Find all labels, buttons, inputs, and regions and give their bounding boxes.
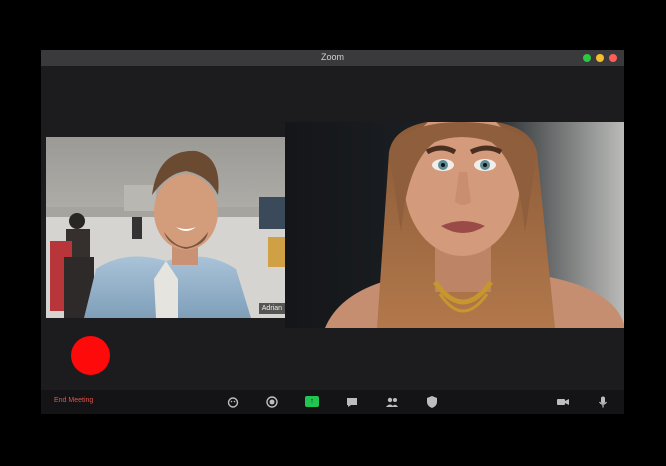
end-meeting-button[interactable]: End Meeting <box>54 397 93 404</box>
security-icon[interactable] <box>425 395 439 409</box>
title-bar: Zoom <box>41 50 624 66</box>
participants-icon[interactable] <box>385 395 399 409</box>
microphone-icon[interactable] <box>596 395 610 409</box>
meeting-toolbar: End Meeting ↑ <box>41 390 624 414</box>
participant-name-label: Adrian <box>258 303 285 314</box>
record-icon[interactable] <box>265 395 279 409</box>
reactions-icon[interactable] <box>226 395 240 409</box>
zoom-window-button[interactable] <box>583 54 591 62</box>
active-speaker-video-tile[interactable] <box>285 122 624 328</box>
close-window-button[interactable] <box>609 54 617 62</box>
zoom-window: Zoom Adrian End Meeting ↑ <box>41 50 624 414</box>
share-screen-icon[interactable]: ↑ <box>305 396 319 407</box>
video-icon[interactable] <box>556 395 570 409</box>
participant-video-image <box>46 137 285 318</box>
participant-video-tile[interactable]: Adrian <box>46 137 285 318</box>
minimize-window-button[interactable] <box>596 54 604 62</box>
active-speaker-video-image <box>285 122 624 328</box>
chat-icon[interactable] <box>345 395 359 409</box>
window-title: Zoom <box>320 52 344 62</box>
recording-indicator <box>71 336 110 375</box>
